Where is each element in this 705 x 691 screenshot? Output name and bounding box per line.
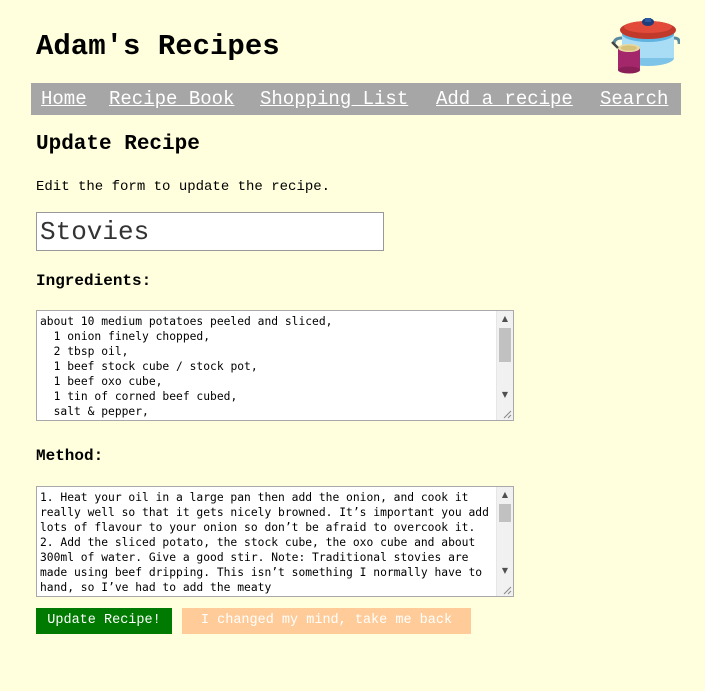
- nav-link-add-recipe[interactable]: Add a recipe: [436, 87, 573, 111]
- scrollbar-thumb[interactable]: [499, 504, 511, 522]
- nav-link-search[interactable]: Search: [600, 87, 668, 111]
- cancel-button[interactable]: I changed my mind, take me back: [182, 608, 471, 634]
- method-textarea-box: 1. Heat your oil in a large pan then add…: [36, 486, 514, 597]
- method-label: Method:: [36, 447, 104, 465]
- main-nav: Home Recipe Book Shopping List Add a rec…: [31, 83, 681, 115]
- site-title: Adam's Recipes: [36, 30, 280, 63]
- scroll-down-icon[interactable]: ▼: [497, 563, 513, 578]
- resize-grip-icon[interactable]: [502, 409, 512, 419]
- nav-link-shopping-list[interactable]: Shopping List: [260, 87, 408, 111]
- scroll-down-icon[interactable]: ▼: [497, 387, 513, 402]
- page-title: Update Recipe: [36, 133, 200, 156]
- update-recipe-button[interactable]: Update Recipe!: [36, 608, 172, 634]
- ingredients-textarea[interactable]: about 10 medium potatoes peeled and slic…: [37, 311, 497, 420]
- intro-text: Edit the form to update the recipe.: [36, 179, 331, 195]
- method-scrollbar[interactable]: ▲ ▼: [496, 487, 513, 596]
- nav-link-home[interactable]: Home: [41, 87, 87, 111]
- ingredients-label: Ingredients:: [36, 272, 152, 290]
- cooking-pot-icon: [611, 18, 680, 74]
- scroll-up-icon[interactable]: ▲: [497, 487, 513, 502]
- scrollbar-thumb[interactable]: [499, 328, 511, 362]
- ingredients-scrollbar[interactable]: ▲ ▼: [496, 311, 513, 420]
- resize-grip-icon[interactable]: [502, 585, 512, 595]
- recipe-title-input[interactable]: [36, 212, 384, 251]
- scroll-up-icon[interactable]: ▲: [497, 311, 513, 326]
- nav-link-recipe-book[interactable]: Recipe Book: [109, 87, 234, 111]
- ingredients-textarea-box: about 10 medium potatoes peeled and slic…: [36, 310, 514, 421]
- method-textarea[interactable]: 1. Heat your oil in a large pan then add…: [37, 487, 497, 596]
